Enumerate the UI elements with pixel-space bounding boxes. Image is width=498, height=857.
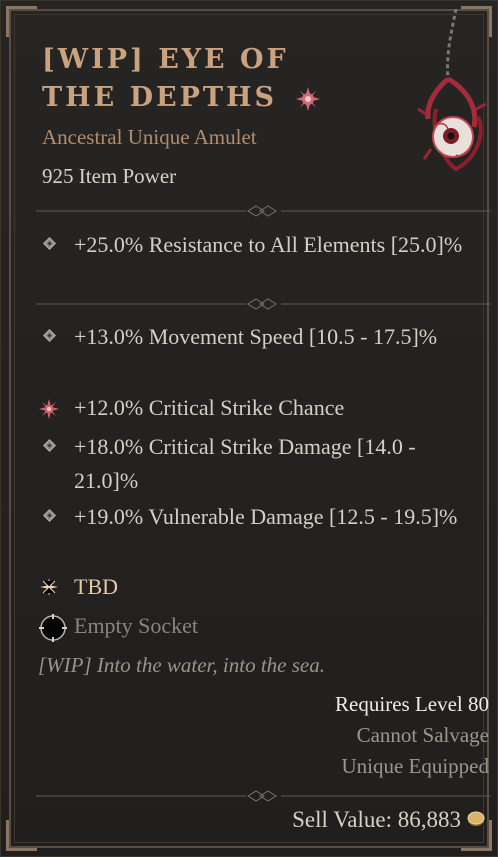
flavor-text: [WIP] Into the water, into the sea. [38,653,325,677]
item-name-text: [WIP] EYE OF THE DEPTHS [42,44,289,113]
unique-sigil-icon [296,86,321,111]
affix-row: +19.0% Vulnerable Damage [12.5 - 19.5]% [42,500,482,534]
equip-restriction: Unique Equipped [341,754,489,778]
item-power: 925 Item Power [42,164,177,188]
affix-row-legendary: +12.0% Critical Strike Chance [39,391,482,425]
unique-power-text: TBD [74,574,118,599]
implicit-text: +25.0% Resistance to All Elements [25.0]… [74,232,463,257]
affix-text: +18.0% Critical Strike Damage [14.0 - 21… [74,434,416,493]
star-icon [40,578,58,596]
sell-value: Sell Value: 86,883 [292,807,461,832]
section-divider [36,298,491,310]
affix-text: +13.0% Movement Speed [10.5 - 17.5]% [74,324,438,349]
affix-text: +19.0% Vulnerable Damage [12.5 - 19.5]% [74,504,458,529]
section-divider [36,790,491,802]
section-divider [36,205,491,217]
item-name: [WIP] EYE OF THE DEPTHS [42,41,372,117]
unique-power-row: TBD [40,570,482,604]
item-type: Ancestral Unique Amulet [42,125,257,149]
socket-text: Empty Socket [74,613,199,638]
salvage-status: Cannot Salvage [356,723,489,747]
item-tooltip: [WIP] EYE OF THE DEPTHS Ancestral Unique… [0,0,498,857]
affix-row: +13.0% Movement Speed [10.5 - 17.5]% [42,320,482,354]
frame-corner [6,820,37,851]
socket-icon [39,614,67,642]
socket-row: Empty Socket [39,609,482,643]
legendary-sigil-icon [39,399,59,419]
gold-coin-icon [467,811,485,826]
affix-row: +18.0% Critical Strike Damage [14.0 - 21… [42,430,482,498]
amulet-image [417,9,487,172]
required-level: Requires Level 80 [335,692,489,716]
affix-text: +12.0% Critical Strike Chance [74,395,345,420]
frame-corner [6,6,37,37]
implicit-affix: +25.0% Resistance to All Elements [25.0]… [42,228,482,262]
